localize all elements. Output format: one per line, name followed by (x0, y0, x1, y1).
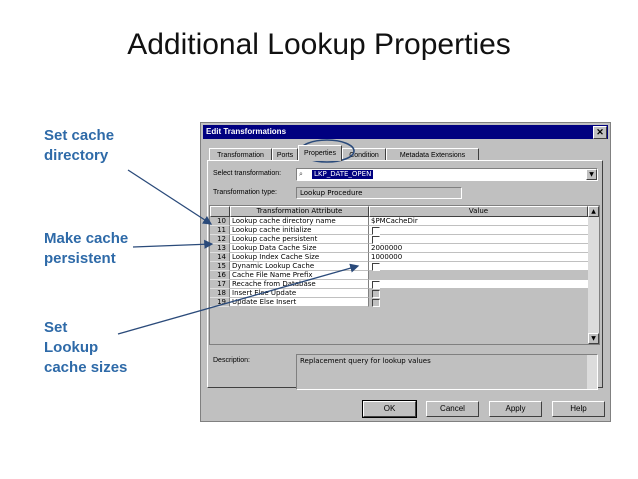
tab-properties[interactable]: Properties (298, 145, 342, 161)
arrow-to-cache-directory (127, 169, 213, 225)
arrow-to-cache-persistent (132, 239, 214, 249)
callout-arrows (117, 139, 360, 335)
arrow-to-cache-sizes (117, 263, 360, 335)
